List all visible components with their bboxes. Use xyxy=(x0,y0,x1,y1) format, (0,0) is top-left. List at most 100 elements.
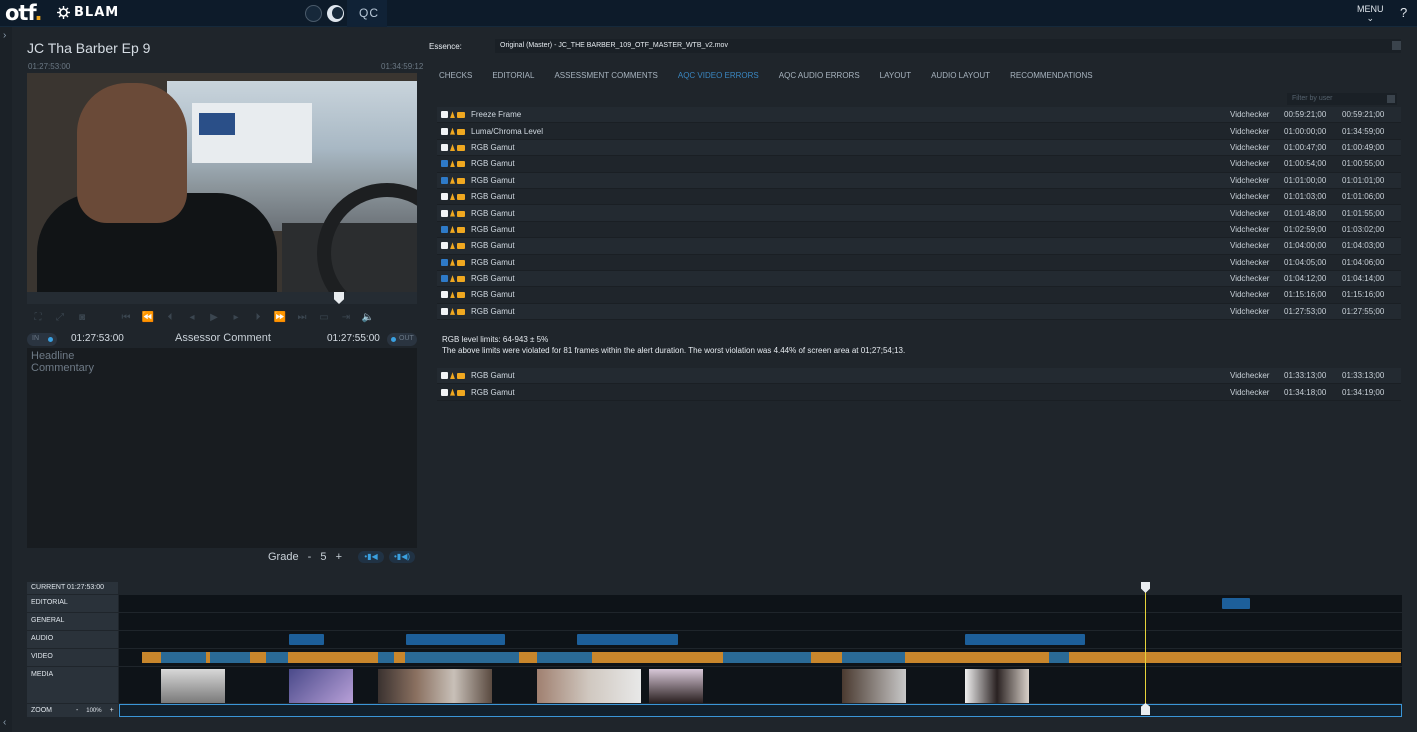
error-checkbox[interactable] xyxy=(441,111,448,119)
out-toggle[interactable]: OUT xyxy=(387,333,417,346)
error-row[interactable]: Luma/Chroma Level Vidchecker 01:00:00;00 01… xyxy=(437,123,1401,140)
track-lane-general[interactable] xyxy=(119,613,1402,630)
error-row[interactable]: RGB Gamut Vidchecker 01:00:47;00 01:00:49;0… xyxy=(437,139,1401,157)
error-checkbox[interactable] xyxy=(441,275,448,283)
skip-start-icon[interactable]: ⏮ xyxy=(115,312,137,323)
error-row[interactable]: RGB Gamut Vidchecker 01:00:54;00 01:00:55;0… xyxy=(437,156,1401,173)
audio-segment[interactable] xyxy=(577,634,678,645)
essence-select[interactable]: Original (Master) - JC_THE BARBER_109_OT… xyxy=(495,39,1401,53)
media-thumbnail[interactable] xyxy=(537,669,641,703)
grade-plus-button[interactable]: + xyxy=(336,551,342,563)
error-checkbox[interactable] xyxy=(441,242,448,250)
play-icon[interactable]: ▶ xyxy=(203,312,225,323)
zoom-range-slider[interactable] xyxy=(119,704,1402,717)
error-checkbox[interactable] xyxy=(441,291,448,299)
tab-audio-layout[interactable]: AUDIO LAYOUT xyxy=(921,65,1000,85)
commentary-field[interactable]: Commentary xyxy=(31,362,413,374)
scrub-bar[interactable] xyxy=(27,292,417,304)
grade-minus-button[interactable]: - xyxy=(308,551,312,563)
tab-checks[interactable]: CHECKS xyxy=(429,65,482,85)
error-row[interactable]: RGB Gamut Vidchecker 01:33:13;00 01:33:13;0… xyxy=(437,368,1401,385)
otf-logo[interactable]: otf. xyxy=(5,1,42,25)
video-error-segment[interactable] xyxy=(161,652,206,663)
skip-end-icon[interactable]: ⏭ xyxy=(291,312,313,323)
tab-aqc-video-errors[interactable]: AQC VIDEO ERRORS xyxy=(668,65,769,85)
fullscreen-icon[interactable]: ⛶ xyxy=(27,312,49,323)
error-checkbox[interactable] xyxy=(441,160,448,168)
next-frame-icon[interactable]: ⏵ xyxy=(247,312,269,323)
loop-icon[interactable]: ▭ xyxy=(313,312,335,323)
error-checkbox[interactable] xyxy=(441,193,448,201)
error-checkbox[interactable] xyxy=(441,209,448,217)
tab-layout[interactable]: LAYOUT xyxy=(870,65,921,85)
filter-dropdown-icon[interactable] xyxy=(1387,95,1395,103)
media-thumbnail[interactable] xyxy=(965,669,1029,703)
track-lane-video[interactable] xyxy=(119,649,1402,666)
error-checkbox[interactable] xyxy=(441,307,448,315)
tab-assessment-comments[interactable]: ASSESSMENT COMMENTS xyxy=(544,65,667,85)
zoom-in-button[interactable]: + xyxy=(110,707,114,714)
step-forward-icon[interactable]: ▸ xyxy=(225,312,247,323)
audio-mode-toggle-icon[interactable]: •▮◀) xyxy=(389,551,415,563)
app-tab-qc[interactable]: QC xyxy=(347,0,387,27)
tab-aqc-audio-errors[interactable]: AQC AUDIO ERRORS xyxy=(769,65,870,85)
chevron-left-icon[interactable]: ‹ xyxy=(3,717,6,728)
video-error-segment[interactable] xyxy=(378,652,394,663)
track-lane-editorial[interactable] xyxy=(119,595,1402,612)
error-row[interactable]: RGB Gamut Vidchecker 01:15:16;00 01:15:16;0… xyxy=(437,287,1401,304)
headline-field[interactable]: Headline xyxy=(31,350,413,362)
error-checkbox[interactable] xyxy=(441,176,448,184)
prev-frame-icon[interactable]: ⏴ xyxy=(159,312,181,323)
error-row[interactable]: Freeze Frame Vidchecker 00:59:21;00 00:59:2… xyxy=(437,107,1401,124)
video-error-segment[interactable] xyxy=(1049,652,1069,663)
zoom-out-button[interactable]: - xyxy=(76,707,78,714)
filter-by-user-input[interactable]: Filter by user xyxy=(1287,93,1397,105)
media-thumbnail[interactable] xyxy=(289,669,353,703)
in-toggle[interactable]: IN xyxy=(27,333,57,346)
error-row[interactable]: RGB Gamut Vidchecker 01:04:00;00 01:04:03;0… xyxy=(437,238,1401,255)
expand-icon[interactable]: ⤢ xyxy=(49,312,71,323)
editorial-segment[interactable] xyxy=(1222,598,1250,609)
error-checkbox[interactable] xyxy=(441,143,448,151)
error-row[interactable]: RGB Gamut Vidchecker 01:01:48;00 01:01:55;0… xyxy=(437,205,1401,222)
dark-theme-icon[interactable] xyxy=(327,5,344,22)
media-thumbnail[interactable] xyxy=(842,669,906,703)
error-row[interactable]: RGB Gamut Vidchecker 01:01:03;00 01:01:06;0… xyxy=(437,189,1401,206)
track-lane-audio[interactable] xyxy=(119,631,1402,648)
video-error-segment[interactable] xyxy=(842,652,905,663)
error-checkbox[interactable] xyxy=(441,372,448,380)
error-row[interactable]: RGB Gamut Vidchecker 01:04:05;00 01:04:06;0… xyxy=(437,255,1401,271)
error-row[interactable]: RGB Gamut Vidchecker 01:02:59;00 01:03:02;0… xyxy=(437,222,1401,239)
timeline-playhead[interactable] xyxy=(1145,586,1146,710)
video-preview[interactable] xyxy=(27,73,417,292)
menu-button[interactable]: MENU ⌄ xyxy=(1357,5,1384,23)
video-error-segment[interactable] xyxy=(537,652,592,663)
error-checkbox[interactable] xyxy=(441,225,448,233)
error-row[interactable]: RGB Gamut Vidchecker 01:34:18;00 01:34:19;0… xyxy=(437,384,1401,401)
tab-editorial[interactable]: EDITORIAL xyxy=(482,65,544,85)
fast-forward-icon[interactable]: ⏩ xyxy=(269,312,291,323)
error-checkbox[interactable] xyxy=(441,388,448,396)
audio-segment[interactable] xyxy=(406,634,505,645)
media-thumbnail[interactable] xyxy=(649,669,703,703)
chevron-right-icon[interactable]: › xyxy=(3,30,6,41)
audio-segment[interactable] xyxy=(965,634,1085,645)
audio-segment[interactable] xyxy=(289,634,324,645)
help-button[interactable]: ? xyxy=(1400,5,1407,20)
rewind-icon[interactable]: ⏪ xyxy=(137,312,159,323)
volume-icon[interactable]: 🔈 xyxy=(357,312,379,323)
jump-icon[interactable]: ⇥ xyxy=(335,312,357,323)
video-error-segment[interactable] xyxy=(266,652,288,663)
error-checkbox[interactable] xyxy=(441,258,448,266)
error-row[interactable]: RGB Gamut Vidchecker 01:01:00;00 01:01:01;0… xyxy=(437,172,1401,189)
video-error-segment[interactable] xyxy=(210,652,250,663)
media-thumbnail[interactable] xyxy=(161,669,225,703)
track-lane-media[interactable] xyxy=(119,667,1402,703)
comment-box[interactable]: Headline Commentary xyxy=(27,348,417,548)
light-theme-icon[interactable] xyxy=(305,5,322,22)
tab-recommendations[interactable]: RECOMMENDATIONS xyxy=(1000,65,1103,85)
video-mode-toggle-icon[interactable]: •▮◀ xyxy=(358,551,384,563)
camera-icon[interactable]: ◙ xyxy=(71,312,93,323)
video-error-segment[interactable] xyxy=(405,652,519,663)
video-error-segment[interactable] xyxy=(723,652,811,663)
